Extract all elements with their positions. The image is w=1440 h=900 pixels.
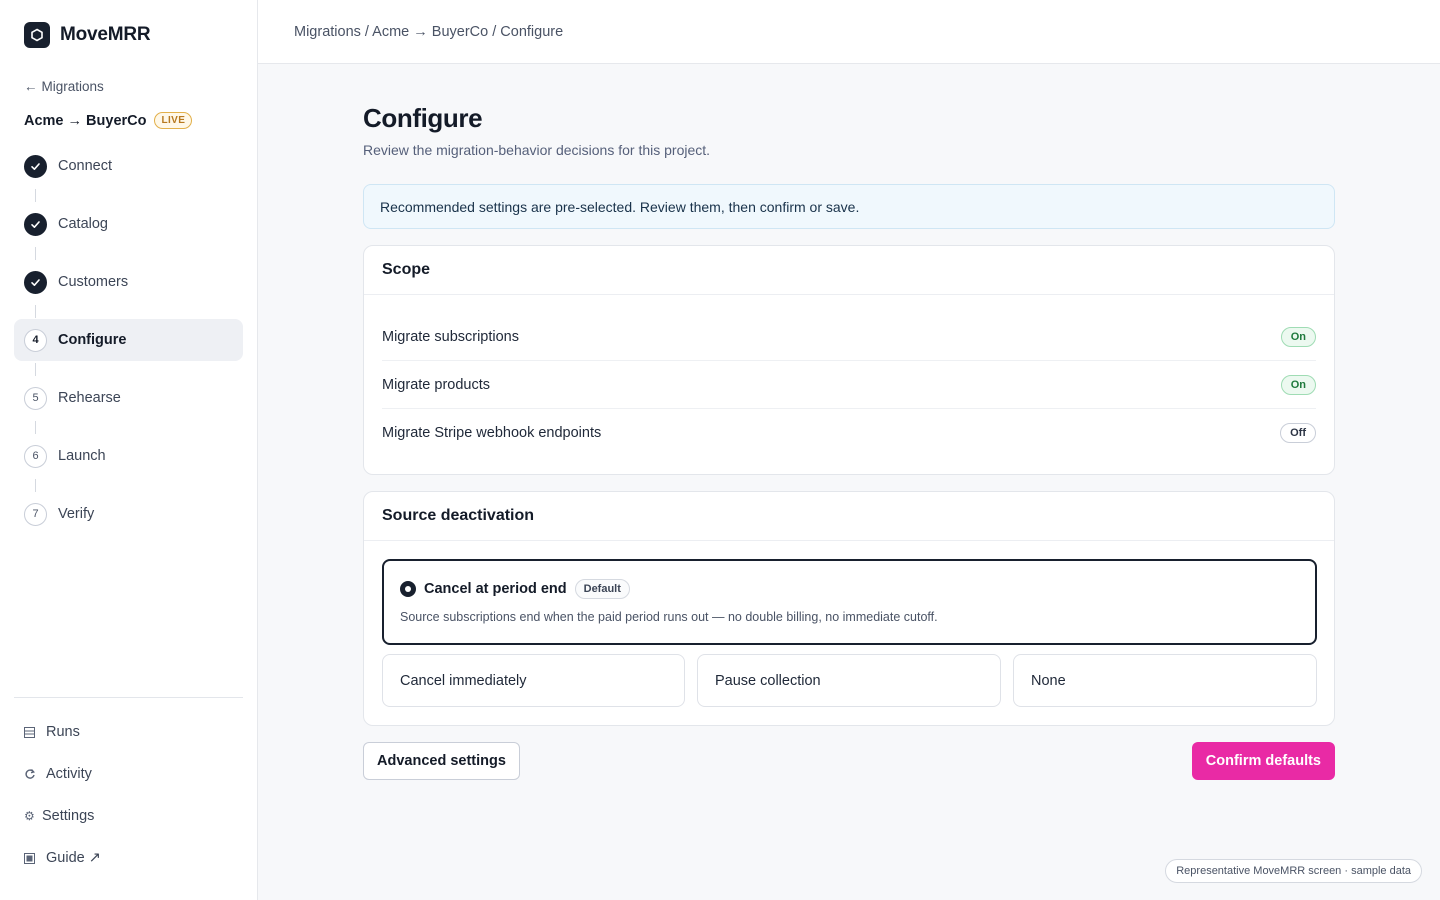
check-icon	[24, 270, 47, 294]
arrow-left-icon: ←	[24, 79, 38, 94]
sidebar: MoveMRR ← Migrations Acme → BuyerCo LIVE…	[0, 0, 258, 900]
scope-row-webhooks: Migrate Stripe webhook endpoints Off	[382, 409, 1316, 457]
advanced-settings-button[interactable]: Advanced settings	[363, 742, 520, 780]
hexagon-icon	[24, 22, 50, 48]
table-icon	[24, 726, 46, 738]
refresh-icon	[24, 768, 46, 780]
option-row: Cancel immediately Pause collection None	[382, 654, 1317, 707]
back-to-migrations-link[interactable]: ← Migrations	[24, 79, 104, 94]
step-label: Connect	[58, 158, 113, 174]
step-label: Customers	[58, 274, 129, 290]
step-customers[interactable]: Customers	[14, 261, 243, 318]
breadcrumb[interactable]: Migrations / Acme → BuyerCo / Configure	[294, 24, 563, 40]
scope-list: Migrate subscriptions On Migrate product…	[364, 295, 1334, 457]
step-connector	[35, 305, 36, 318]
option-cancel-at-period-end[interactable]: Cancel at period end Default Source subs…	[382, 559, 1317, 645]
step-connector	[35, 189, 36, 202]
confirm-defaults-button[interactable]: Confirm defaults	[1191, 742, 1335, 780]
default-badge: Default	[574, 579, 630, 599]
nav-item-label: Guide ↗	[46, 850, 101, 866]
nav-item-settings[interactable]: ⚙ Settings	[24, 802, 101, 830]
nav-item-label: Runs	[46, 724, 80, 740]
option-title: Cancel at period end	[424, 581, 567, 597]
toggle-products[interactable]: On	[1280, 374, 1316, 395]
option-pause-collection[interactable]: Pause collection	[697, 654, 1001, 707]
nav-item-label: Activity	[46, 766, 92, 782]
gear-icon: ⚙	[24, 809, 35, 823]
check-icon	[24, 154, 47, 178]
step-connect[interactable]: Connect	[14, 145, 243, 202]
step-label: Verify	[58, 506, 95, 522]
scope-card: Scope Migrate subscriptions On Migrate p…	[363, 245, 1335, 475]
step-label: Configure	[58, 332, 127, 348]
step-rehearse[interactable]: 5 Rehearse	[14, 377, 243, 434]
step-launch[interactable]: 6 Launch	[14, 435, 243, 492]
step-label: Catalog	[58, 216, 108, 232]
back-link-label: Migrations	[41, 79, 104, 94]
secondary-nav: Runs Activity ⚙ Settings Guide ↗	[24, 718, 101, 872]
step-verify[interactable]: 7 Verify	[14, 493, 243, 535]
step-number: 5	[24, 386, 47, 410]
page-title: Configure	[363, 103, 483, 133]
page-subtitle: Review the migration-behavior decisions …	[363, 142, 711, 158]
option-cancel-immediately[interactable]: Cancel immediately	[382, 654, 685, 707]
scope-row-products: Migrate products On	[382, 361, 1316, 409]
option-header: Cancel at period end Default	[400, 579, 1299, 599]
step-number: 6	[24, 444, 47, 468]
brand-name: MoveMRR	[60, 24, 151, 45]
book-icon	[24, 852, 46, 864]
step-connector	[35, 363, 36, 376]
option-description: Source subscriptions end when the paid p…	[400, 610, 938, 624]
brand[interactable]: MoveMRR	[24, 22, 151, 48]
step-label: Launch	[58, 448, 106, 464]
live-badge: LIVE	[154, 112, 193, 129]
step-configure[interactable]: 4 Configure	[14, 319, 243, 376]
step-catalog[interactable]: Catalog	[14, 203, 243, 260]
radio-dot	[405, 586, 411, 592]
toggle-subscriptions[interactable]: On	[1280, 326, 1316, 347]
step-label: Rehearse	[58, 390, 121, 406]
sample-data-note: Representative MoveMRR screen · sample d…	[1165, 859, 1422, 883]
scope-row-label: Migrate Stripe webhook endpoints	[382, 425, 602, 441]
option-none[interactable]: None	[1013, 654, 1317, 707]
scope-heading: Scope	[364, 246, 1334, 295]
step-connector	[35, 479, 36, 492]
scope-row-label: Migrate products	[382, 376, 490, 393]
check-icon	[24, 212, 47, 236]
project-header: Acme → BuyerCo LIVE	[24, 112, 193, 129]
step-connector	[35, 421, 36, 434]
scope-row-subscriptions: Migrate subscriptions On	[382, 313, 1316, 361]
toggle-webhooks[interactable]: Off	[1280, 423, 1316, 443]
nav-item-activity[interactable]: Activity	[24, 760, 101, 788]
steps-nav: Connect Catalog Customers 4 Configure 5 …	[14, 145, 243, 535]
nav-item-guide[interactable]: Guide ↗	[24, 844, 101, 872]
info-banner: Recommended settings are pre-selected. R…	[363, 184, 1335, 229]
scope-row-label: Migrate subscriptions	[382, 328, 519, 345]
top-bar: Migrations / Acme → BuyerCo / Configure	[258, 0, 1440, 64]
radio-selected-icon[interactable]	[400, 581, 416, 597]
sidebar-divider	[14, 697, 243, 698]
step-number: 4	[24, 328, 47, 352]
source-deactivation-card: Source deactivation Cancel at period end…	[363, 491, 1335, 726]
project-name: Acme → BuyerCo	[24, 112, 147, 129]
step-number: 7	[24, 502, 47, 526]
step-connector	[35, 247, 36, 260]
nav-item-label: Settings	[42, 808, 95, 824]
source-deactivation-heading: Source deactivation	[364, 492, 1334, 541]
nav-item-runs[interactable]: Runs	[24, 718, 101, 746]
